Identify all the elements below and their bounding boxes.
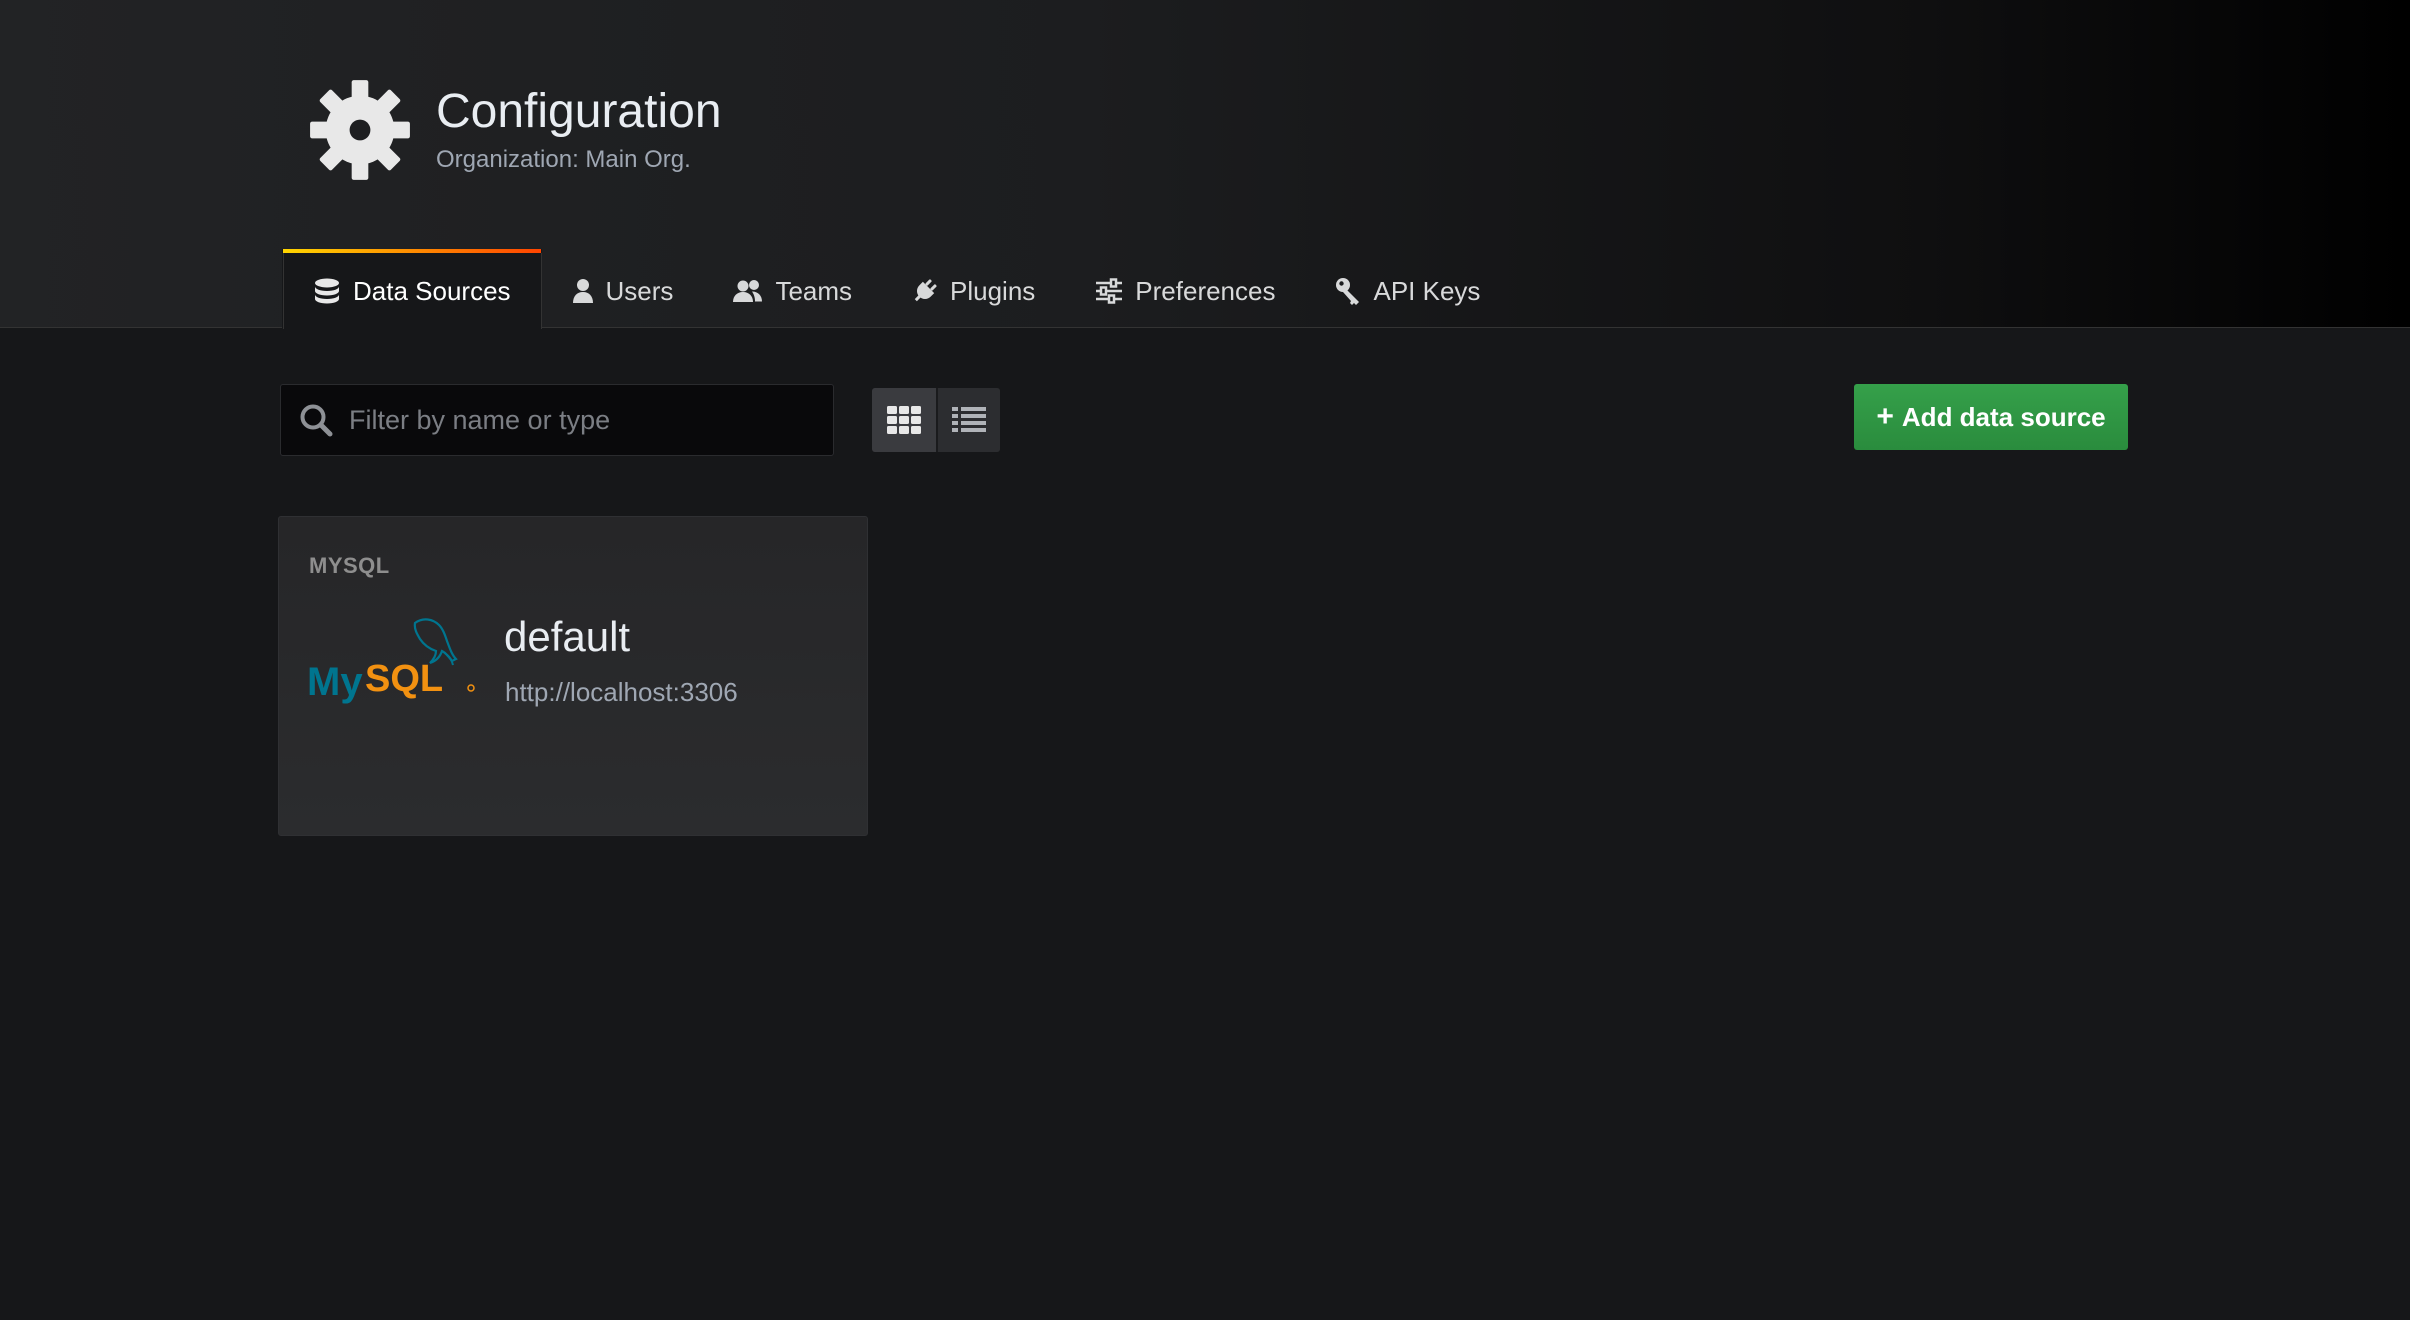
page-title: Configuration [436, 85, 722, 138]
key-icon [1336, 278, 1360, 305]
grid-view-button[interactable] [872, 388, 936, 452]
tab-label: Data Sources [353, 275, 511, 306]
sliders-icon [1096, 278, 1123, 304]
search-field[interactable] [280, 384, 834, 456]
tab-label: Teams [775, 275, 853, 306]
tab-users[interactable]: Users [542, 249, 704, 329]
tab-preferences[interactable]: Preferences [1065, 249, 1305, 329]
grid-icon [887, 406, 921, 434]
list-view-button[interactable] [936, 388, 1000, 452]
page-subtitle: Organization: Main Org. [436, 146, 691, 173]
plug-icon [914, 279, 937, 302]
datasource-name: default [504, 613, 631, 660]
svg-text:SQL: SQL [365, 658, 443, 700]
tab-api-keys[interactable]: API Keys [1305, 249, 1510, 329]
tab-teams[interactable]: Teams [703, 249, 882, 329]
tab-label: Plugins [950, 275, 1036, 306]
plus-icon: + [1876, 400, 1894, 433]
tab-plugins[interactable]: Plugins [882, 249, 1065, 329]
datasource-type: MYSQL [309, 553, 390, 578]
mysql-logo: My SQL [307, 618, 475, 704]
tab-label: API Keys [1373, 275, 1481, 306]
tab-label: Users [605, 275, 674, 306]
gear-icon [310, 80, 410, 180]
search-icon [300, 404, 333, 437]
svg-text:My: My [307, 660, 363, 704]
datasource-card[interactable]: MYSQL My SQL default http://localhost:33… [278, 516, 868, 836]
list-icon [952, 407, 986, 432]
database-icon [315, 278, 339, 304]
add-data-source-label: Add data source [1901, 401, 2106, 432]
search-input[interactable] [349, 385, 833, 455]
tab-label: Preferences [1135, 275, 1276, 306]
tab-data-sources[interactable]: Data Sources [282, 249, 542, 329]
datasource-url: http://localhost:3306 [505, 677, 738, 707]
view-mode-toggle [872, 388, 1000, 452]
user-icon [572, 279, 593, 303]
page-header: Configuration Organization: Main Org. Da… [0, 0, 2410, 329]
config-tabs: Data Sources Users Teams Plugins Prefere… [282, 249, 1510, 329]
users-icon [733, 280, 763, 302]
add-data-source-button[interactable]: + Add data source [1854, 384, 2128, 450]
